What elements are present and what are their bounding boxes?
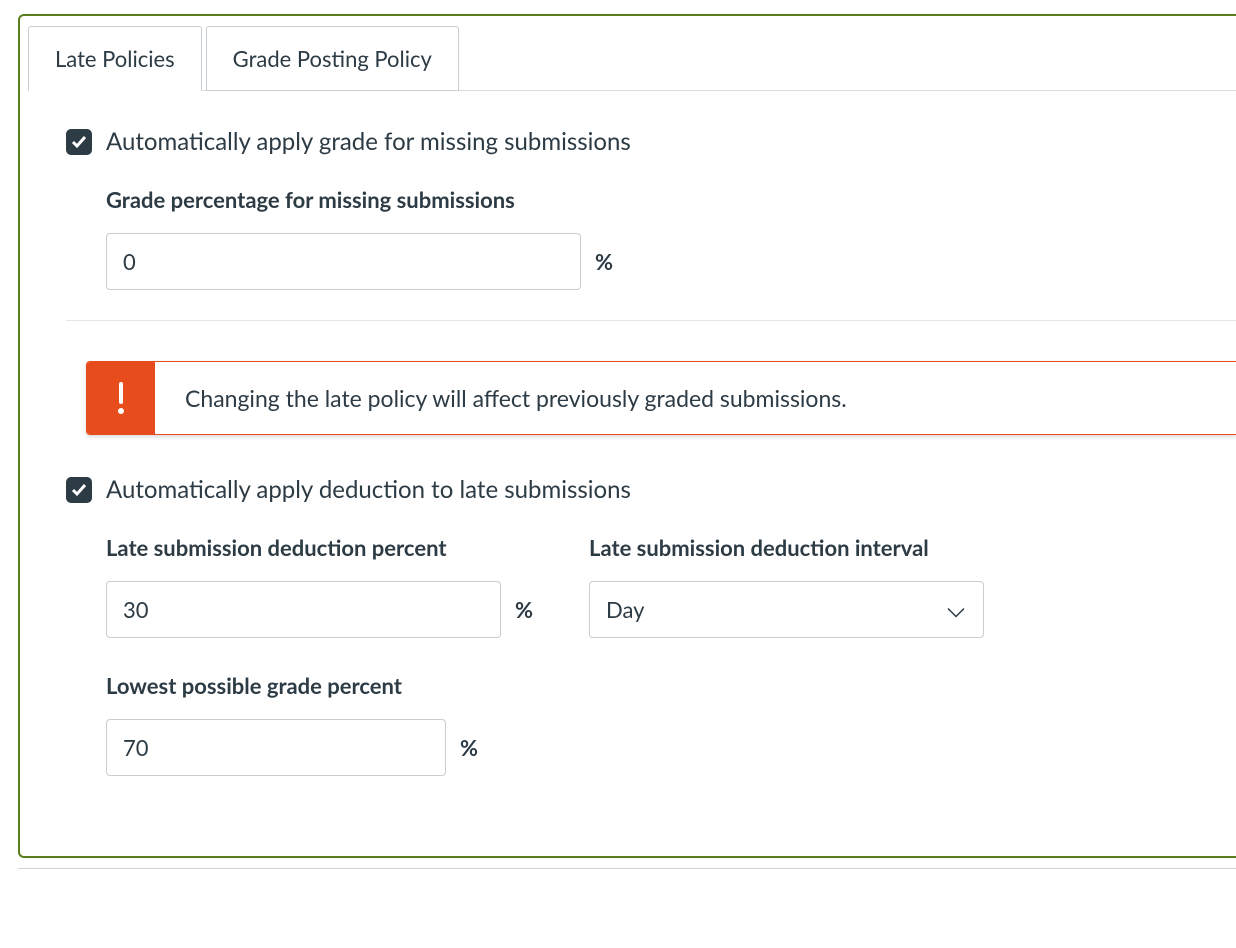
deduction-percent-col: Late submission deduction percent %: [106, 534, 533, 638]
missing-submissions-checkbox[interactable]: [66, 129, 92, 155]
bottom-border: [18, 868, 1236, 869]
lowest-grade-label: Lowest possible grade percent: [106, 672, 1236, 699]
deduction-percent-input[interactable]: [106, 581, 501, 638]
missing-grade-label: Grade percentage for missing submissions: [106, 186, 1236, 213]
settings-panel: Late Policies Grade Posting Policy Autom…: [18, 14, 1236, 858]
tab-grade-posting-policy[interactable]: Grade Posting Policy: [206, 26, 459, 91]
percent-suffix: %: [460, 734, 478, 761]
late-deduction-checkbox[interactable]: [66, 477, 92, 503]
checkmark-icon: [71, 482, 87, 498]
tab-late-policies[interactable]: Late Policies: [28, 26, 202, 91]
late-deduction-checkbox-row: Automatically apply deduction to late su…: [66, 475, 1236, 504]
missing-grade-input[interactable]: [106, 233, 581, 290]
tabs: Late Policies Grade Posting Policy: [28, 14, 1236, 91]
missing-grade-field-group: Grade percentage for missing submissions…: [106, 186, 1236, 290]
deduction-interval-label: Late submission deduction interval: [589, 534, 984, 561]
deduction-interval-col: Late submission deduction interval: [589, 534, 984, 638]
percent-suffix: %: [515, 596, 533, 623]
late-policy-alert: Changing the late policy will affect pre…: [86, 361, 1236, 435]
lowest-grade-field-group: Lowest possible grade percent %: [106, 672, 1236, 776]
missing-submissions-checkbox-row: Automatically apply grade for missing su…: [66, 127, 1236, 156]
deduction-percent-label: Late submission deduction percent: [106, 534, 533, 561]
deduction-fields-row: Late submission deduction percent % Late…: [106, 534, 1236, 638]
checkmark-icon: [71, 134, 87, 150]
late-deduction-checkbox-label: Automatically apply deduction to late su…: [106, 475, 631, 504]
lowest-grade-input[interactable]: [106, 719, 446, 776]
divider: [66, 320, 1236, 321]
missing-submissions-checkbox-label: Automatically apply grade for missing su…: [106, 127, 631, 156]
alert-text: Changing the late policy will affect pre…: [155, 362, 877, 434]
warning-icon: [87, 362, 155, 434]
percent-suffix: %: [595, 248, 613, 275]
deduction-interval-select[interactable]: [589, 581, 984, 638]
tab-content: Automatically apply grade for missing su…: [20, 91, 1236, 856]
